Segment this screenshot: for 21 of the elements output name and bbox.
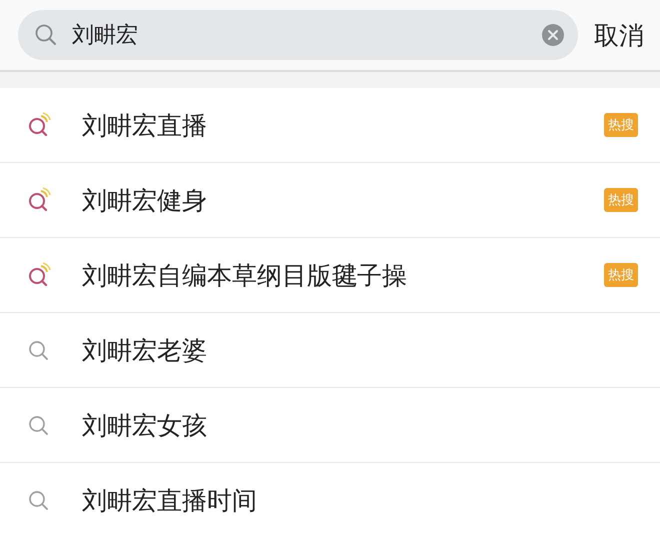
hot-badge: 热搜	[604, 263, 638, 287]
suggestion-item[interactable]: 刘畊宏女孩	[0, 388, 660, 463]
suggestion-text: 刘畊宏直播	[82, 110, 208, 142]
trending-search-icon	[26, 187, 52, 213]
suggestion-text: 刘畊宏健身	[82, 184, 208, 216]
suggestion-item[interactable]: 刘畊宏健身 热搜	[0, 163, 660, 238]
suggestion-item[interactable]: 刘畊宏自编本草纲目版毽子操 热搜	[0, 238, 660, 313]
cancel-button[interactable]: 取消	[594, 18, 644, 52]
suggestion-text: 刘畊宏直播时间	[82, 484, 258, 516]
clear-icon[interactable]	[542, 24, 564, 46]
suggestion-item[interactable]: 刘畊宏直播时间	[0, 463, 660, 534]
suggestion-text: 刘畊宏自编本草纲目版毽子操	[82, 260, 408, 292]
suggestion-item[interactable]: 刘畊宏直播 热搜	[0, 88, 660, 163]
suggestion-item[interactable]: 刘畊宏老婆	[0, 313, 660, 388]
hot-badge: 热搜	[604, 188, 638, 212]
suggestion-text: 刘畊宏老婆	[82, 334, 208, 366]
trending-search-icon	[26, 262, 52, 288]
search-field[interactable]: 刘畊宏	[18, 10, 578, 60]
trending-search-icon	[26, 112, 52, 138]
hot-badge: 热搜	[604, 113, 638, 137]
suggestion-text: 刘畊宏女孩	[82, 410, 208, 442]
